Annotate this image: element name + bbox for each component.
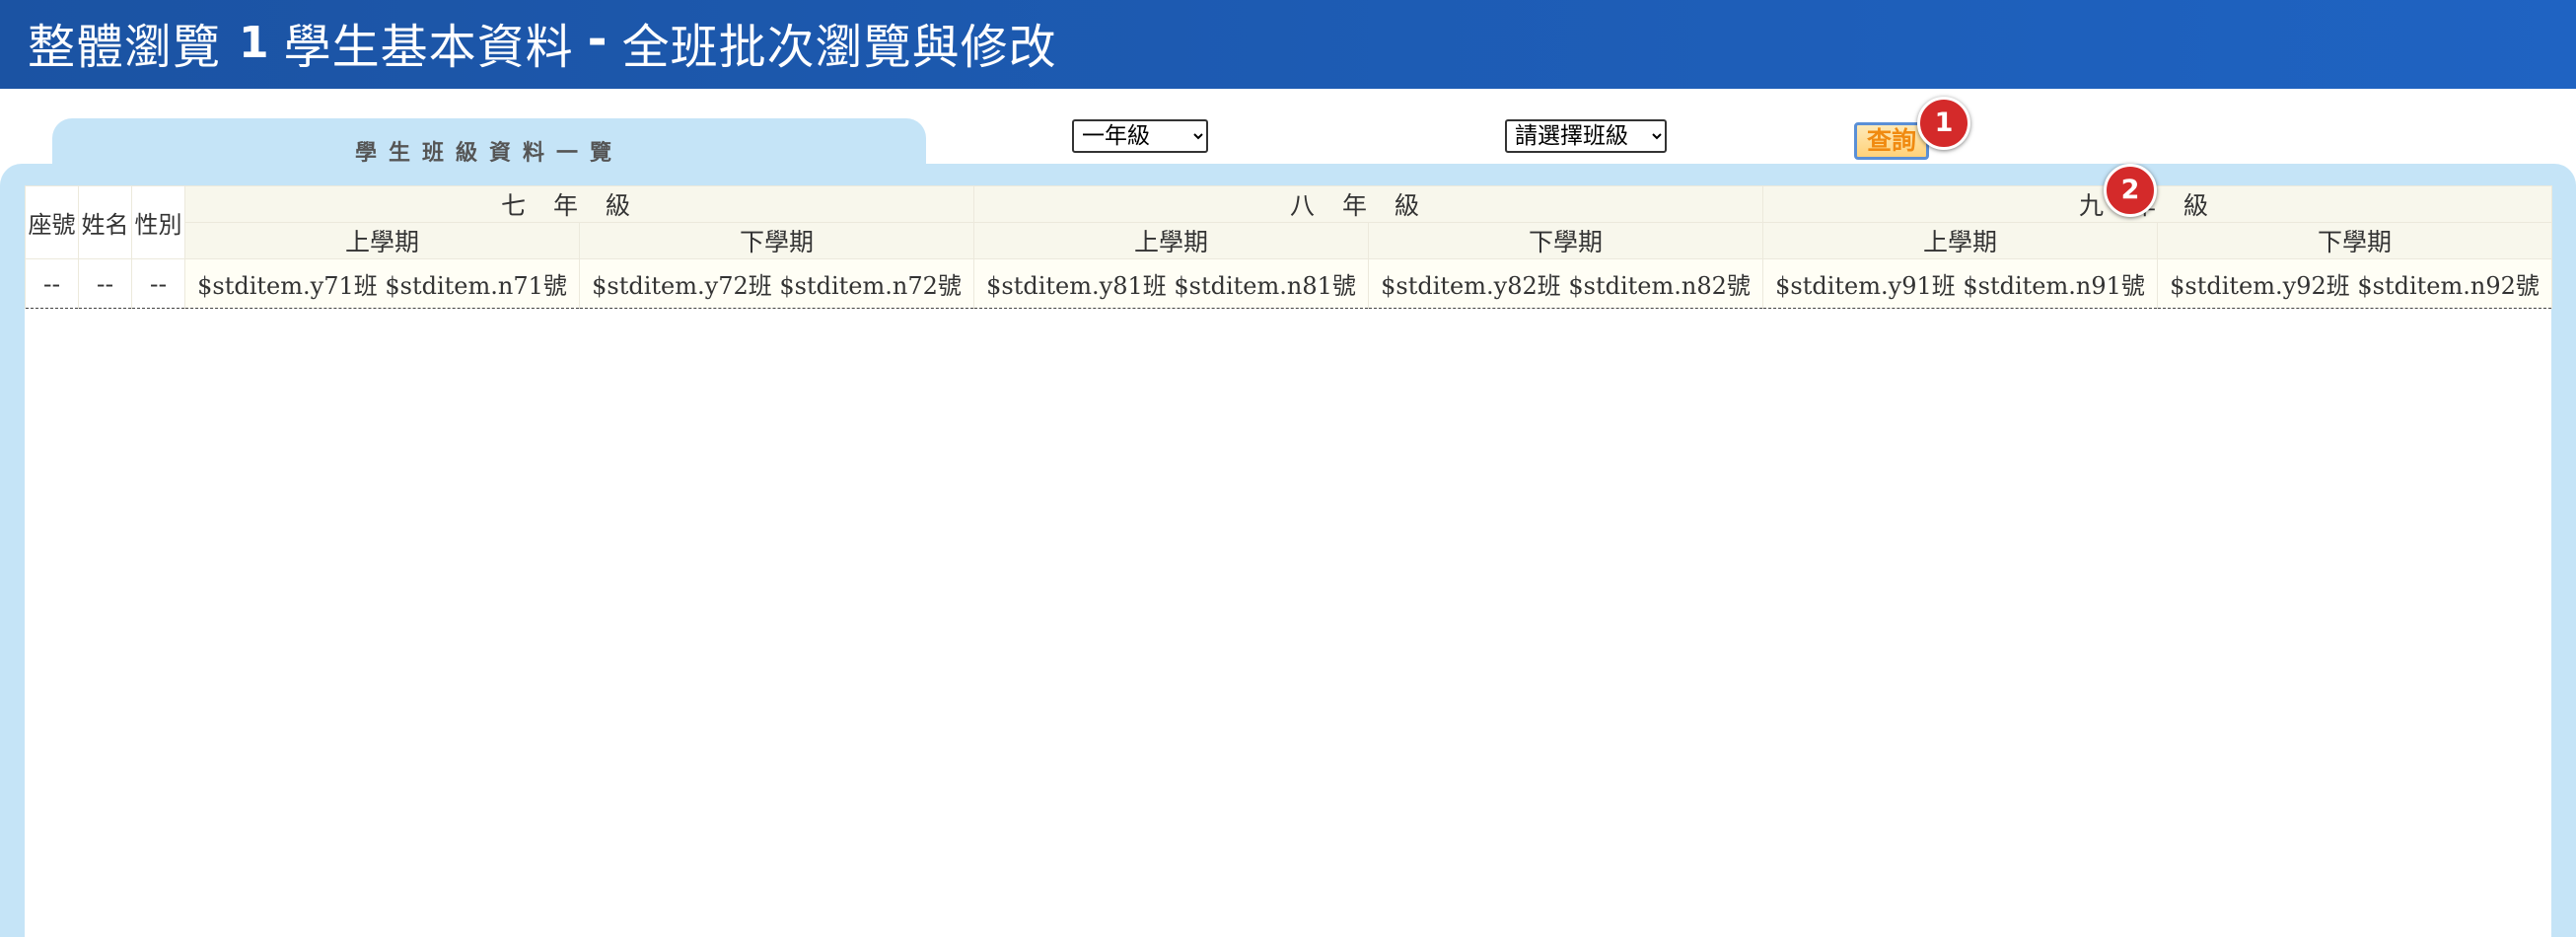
student-class-table: 座號 姓名 性別 七年級 八年級 九年級 上學期 下學期 上學期 下學期 上學期… [25, 185, 2552, 309]
col-header-seat: 座號 [25, 185, 79, 259]
col-header-gender: 性別 [131, 185, 185, 259]
tab-label: 學生班級資料一覽 [354, 141, 623, 166]
semester-header-8-1: 上學期 [973, 222, 1369, 259]
cell-gender: -- [131, 258, 185, 309]
semester-header-9-2: 下學期 [2157, 222, 2552, 259]
title-dash: - [587, 12, 608, 67]
cell-seat: -- [25, 258, 79, 309]
header-row-grades: 座號 姓名 性別 七年級 八年級 九年級 [25, 185, 2552, 259]
title-main: 整體瀏覽 [28, 20, 222, 75]
page-title: 整體瀏覽 1 學生基本資料 - 全班批次瀏覽與修改 [28, 12, 1057, 79]
header-row-semesters: 上學期 下學期 上學期 下學期 上學期 下學期 [26, 222, 2552, 259]
semester-header-7-2: 下學期 [579, 222, 974, 259]
class-select[interactable]: 請選擇班級 [1505, 119, 1667, 153]
cell-7-2: $stditem.y72班 $stditem.n72號 [579, 258, 974, 309]
semester-header-7-1: 上學期 [184, 222, 580, 259]
title-suffix: 全班批次瀏覽與修改 [621, 20, 1057, 75]
tab-student-class-list[interactable]: 學生班級資料一覽 [52, 118, 926, 168]
step-number: 1 [239, 18, 270, 68]
grade-header-8: 八年級 [973, 185, 1763, 223]
semester-header-8-2: 下學期 [1368, 222, 1763, 259]
cell-9-1: $stditem.y91班 $stditem.n91號 [1762, 258, 2158, 309]
cell-8-2: $stditem.y82班 $stditem.n82號 [1368, 258, 1763, 309]
cell-name: -- [78, 258, 132, 309]
col-header-name: 姓名 [78, 185, 132, 259]
title-sub: 學生基本資料 [283, 20, 574, 75]
table-row: -- -- -- $stditem.y71班 $stditem.n71號 $st… [25, 258, 2552, 309]
annotation-badge-2: 2 [2104, 164, 2157, 217]
annotation-badge-1: 1 [1917, 97, 1970, 150]
page-header: 整體瀏覽 1 學生基本資料 - 全班批次瀏覽與修改 [0, 0, 2576, 89]
grade-select[interactable]: 一年級 [1072, 119, 1208, 153]
cell-7-1: $stditem.y71班 $stditem.n71號 [184, 258, 580, 309]
semester-header-9-1: 上學期 [1762, 222, 2158, 259]
cell-9-2: $stditem.y92班 $stditem.n92號 [2157, 258, 2552, 309]
grade-header-7: 七年級 [184, 185, 974, 223]
grade-header-9: 九年級 [1762, 185, 2552, 223]
cell-8-1: $stditem.y81班 $stditem.n81號 [973, 258, 1369, 309]
